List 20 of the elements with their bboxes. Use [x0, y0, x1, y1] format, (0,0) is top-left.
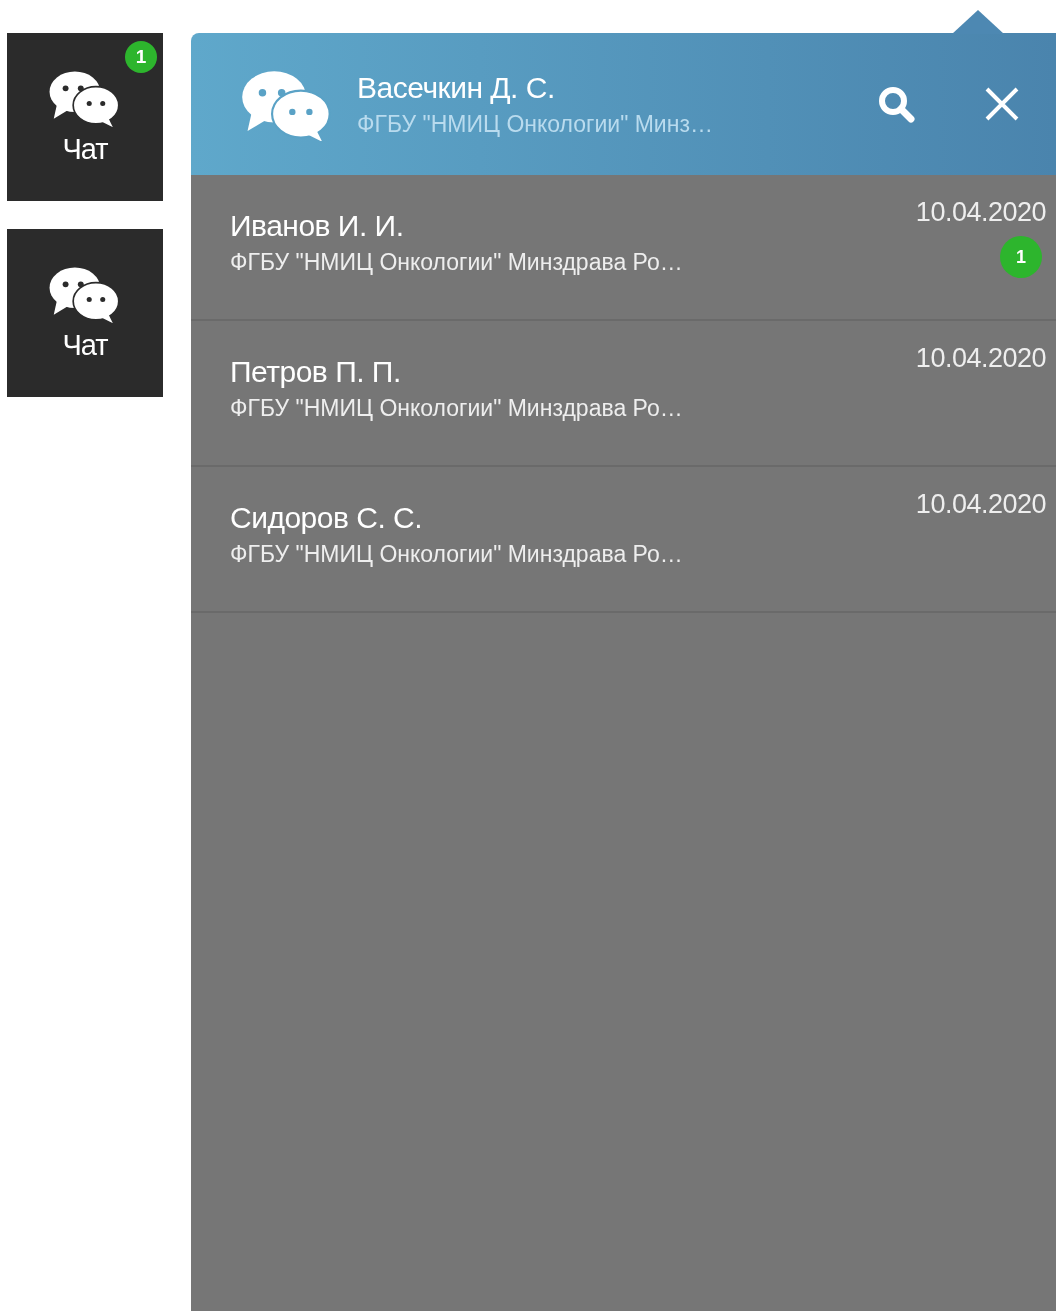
chat-list-item[interactable]: Сидоров С. С. ФГБУ "НМИЦ Онкологии" Минздрава Ро… 10.04.2020	[191, 467, 1056, 613]
contact-organization: ФГБУ "НМИЦ Онкологии" Минздрава Ро…	[230, 541, 684, 568]
contact-organization: ФГБУ "НМИЦ Онкологии" Минздрава Ро…	[230, 395, 684, 422]
unread-badge: 1	[1000, 236, 1042, 278]
contact-name: Петров П. П.	[230, 355, 402, 389]
chat-date: 10.04.2020	[915, 343, 1046, 374]
chat-date: 10.04.2020	[915, 197, 1046, 228]
contact-name: Сидоров С. С.	[230, 501, 424, 535]
close-icon	[984, 86, 1020, 122]
contact-name: Иванов И. И.	[230, 209, 405, 243]
chat-launcher-button[interactable]: Чат	[7, 229, 163, 397]
search-icon	[876, 84, 916, 124]
user-name: Васечкин Д. С.	[357, 70, 556, 105]
chat-date: 10.04.2020	[915, 489, 1046, 520]
user-organization: ФГБУ "НМИЦ Онкологии" Минз…	[357, 110, 714, 138]
chat-list-item[interactable]: Иванов И. И. ФГБУ "НМИЦ Онкологии" Минздрава Ро… 10.04.2020 1	[191, 175, 1056, 321]
unread-badge: 1	[125, 41, 157, 73]
chat-launcher-button[interactable]: Чат 1	[7, 33, 163, 201]
contact-organization: ФГБУ "НМИЦ Онкологии" Минздрава Ро…	[230, 249, 684, 276]
chat-list-item[interactable]: Петров П. П. ФГБУ "НМИЦ Онкологии" Минздрава Ро… 10.04.2020	[191, 321, 1056, 467]
